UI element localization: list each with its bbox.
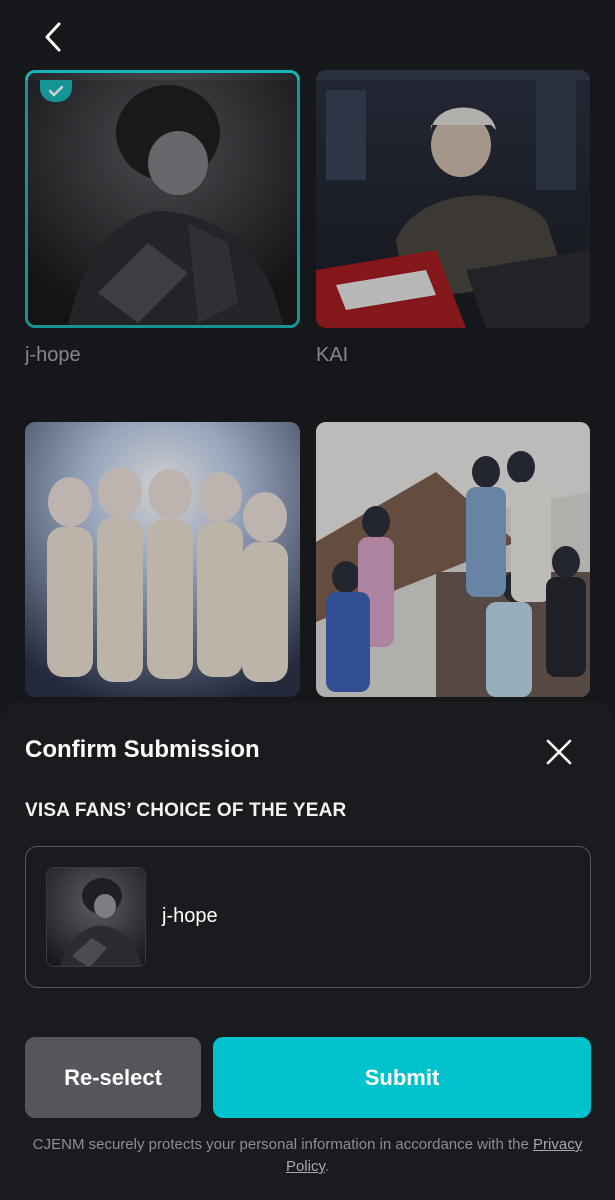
privacy-end: .	[324, 1158, 330, 1175]
confirm-sheet: Confirm Submission VISA FANS’ CHOICE OF …	[0, 702, 615, 1200]
close-button[interactable]	[540, 733, 578, 771]
privacy-text: CJENM securely protects your personal in…	[32, 1136, 529, 1153]
chevron-left-icon	[45, 22, 61, 52]
selected-nominee-name: j-hope	[162, 905, 218, 927]
selected-nominee-thumbnail	[46, 867, 146, 967]
reselect-button[interactable]: Re-select	[25, 1037, 201, 1118]
category-title: VISA FANS’ CHOICE OF THE YEAR	[25, 800, 347, 821]
selected-nominee-box: j-hope	[25, 846, 591, 988]
back-button[interactable]	[36, 18, 70, 56]
sheet-title: Confirm Submission	[25, 736, 260, 763]
close-icon	[546, 739, 572, 765]
privacy-note: CJENM securely protects your personal in…	[20, 1134, 595, 1178]
top-bar	[0, 0, 615, 80]
submit-button[interactable]: Submit	[213, 1037, 591, 1118]
